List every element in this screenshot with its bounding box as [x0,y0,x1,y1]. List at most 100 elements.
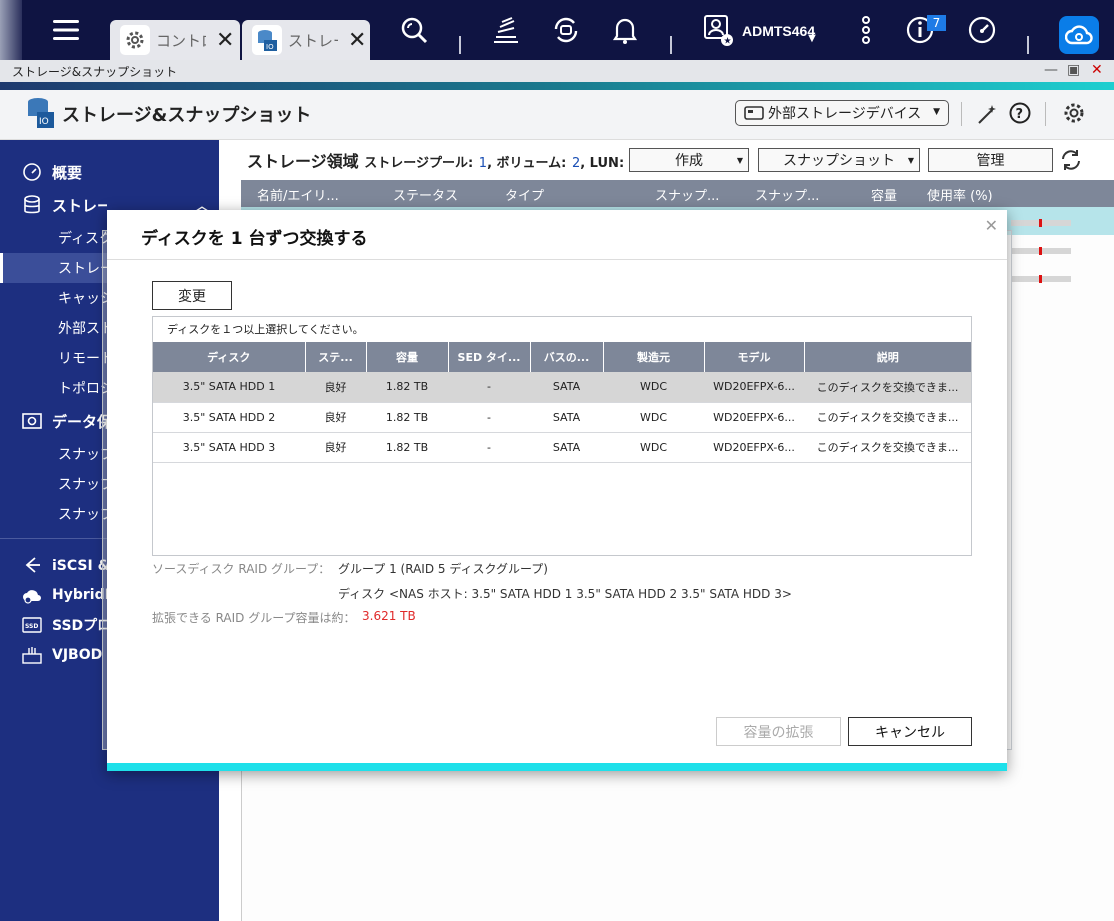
storage-icon: IO [252,25,282,55]
column-header[interactable]: 説明 [804,342,971,372]
sidebar-item-label: データ保護 [52,412,107,431]
column-header[interactable]: 容量 [871,185,897,204]
column-header[interactable]: 製造元 [603,342,705,372]
more-options-icon[interactable] [850,14,882,46]
minimize-icon[interactable]: — [1044,62,1058,78]
column-header[interactable]: ディスク [153,342,306,372]
disk-model: WD20EFPX-6... [704,402,804,433]
divider [670,36,672,54]
close-icon[interactable]: ✕ [985,216,998,235]
external-storage-label: 外部ストレージデバイス [768,106,922,122]
page-title-text: ストレージ領域 [247,152,359,171]
column-header[interactable]: ステ... [305,342,367,372]
disk-capacity: 1.82 TB [366,372,448,403]
close-icon[interactable]: ✕ [1091,62,1103,78]
dialog-title: ディスクを 1 台ずつ交換する [141,229,368,249]
help-icon[interactable]: ? [1009,102,1031,128]
bell-icon[interactable] [609,14,641,46]
snapshot-label: スナップショット [783,153,895,169]
disk-status: 良好 [305,372,366,403]
sidebar-item-overview[interactable]: 概要 [0,157,219,187]
sidebar-item-label: 外部ストレージ [58,321,107,337]
sidebar-item-label: iSCSI & ファイバーチャネル [52,558,107,574]
caret-down-icon: ▼ [907,155,914,165]
settings-icon[interactable] [1062,101,1086,129]
storage-table-header: 名前/エイリ... ステータス タイプ スナップ... スナップ... 容量 使… [241,180,1114,207]
taskbar: コントロールパネル ✕ IO ストレージ&スナップショット ✕ ★ ADMTS4… [0,0,1114,60]
disk-bus: SATA [530,372,603,403]
column-header[interactable]: ステータス [393,185,458,204]
svg-text:IO: IO [39,117,49,127]
tab-control-panel[interactable]: コントロールパネル ✕ [110,20,240,60]
disk-vendor: WDC [603,432,704,463]
disk-description: このディスクを交換できま... [804,372,971,403]
disk-bus: SATA [530,432,603,463]
sidebar-item-label: HybridMount [52,587,107,603]
disk-model: WD20EFPX-6... [704,372,804,403]
disk-vendor: WDC [603,372,704,403]
tab-storage[interactable]: IO ストレージ&スナップショット ✕ [242,20,370,60]
disk-hint: ディスクを１つ以上選択してください。 [167,323,364,336]
disk-model: WD20EFPX-6... [704,432,804,463]
create-button[interactable]: 作成 ▼ [629,148,749,172]
disk-table: ディスク ステ... 容量 SED タイ... バスの... 製造元 モデル 説… [153,342,971,463]
tab-label: コントロールパネル [156,31,206,50]
cancel-button[interactable]: キャンセル [848,717,972,746]
usb-drive-icon [744,106,764,124]
expand-capacity-button[interactable]: 容量の拡張 [716,717,841,746]
svg-text:?: ? [1016,107,1024,122]
column-header[interactable]: モデル [704,342,805,372]
volume-count: 2 [571,156,581,171]
accent-bar [0,82,1114,90]
disk-sed: - [448,372,530,403]
disk-status: 良好 [305,432,366,463]
dashboard-icon[interactable] [966,14,998,46]
refresh-icon[interactable] [1059,148,1083,176]
caret-down-icon: ▼ [736,155,743,165]
magic-wand-icon[interactable] [976,102,1000,130]
iscsi-icon [22,555,42,575]
disk-name: 3.5" SATA HDD 2 [153,402,305,433]
change-button[interactable]: 変更 [152,281,232,310]
sidebar-item-label: VJBOD Cloud [52,647,107,663]
source-raid-label: ソースディスク RAID グループ： [152,562,331,576]
background-tasks-icon[interactable] [490,14,522,46]
column-header[interactable]: 名前/エイリ... [257,185,339,204]
table-row[interactable]: 3.5" SATA HDD 2 良好 1.82 TB - SATA WDC WD… [153,402,971,433]
cancel-label: キャンセル [875,724,945,741]
cloud-icon[interactable] [1059,16,1099,54]
snapshot-button[interactable]: スナップショット ▼ [758,148,920,172]
menu-icon[interactable] [50,14,82,46]
vjbod-icon [22,645,42,665]
column-header[interactable]: スナップ... [755,185,819,204]
disk-vendor: WDC [603,402,704,433]
close-icon[interactable]: ✕ [348,28,366,53]
column-header[interactable]: タイプ [505,185,544,204]
column-header[interactable]: バスの... [530,342,604,372]
disk-bus: SATA [530,402,603,433]
external-storage-dropdown[interactable]: 外部ストレージデバイス ▼ [735,100,949,126]
table-row[interactable]: 3.5" SATA HDD 3 良好 1.82 TB - SATA WDC WD… [153,432,971,463]
caret-down-icon[interactable]: ▼ [806,22,818,54]
manage-button[interactable]: 管理 [928,148,1053,172]
column-header[interactable]: SED タイ... [448,342,531,372]
search-icon[interactable] [398,14,430,46]
sidebar-item-label: リモートディスク [58,351,107,367]
column-header[interactable]: 使用率 (%) [927,185,993,204]
column-header[interactable]: スナップ... [655,185,719,204]
app-title: ストレージ&スナップショット [62,105,312,126]
maximize-icon[interactable]: ▣ [1067,62,1080,78]
user-icon[interactable]: ★ [702,14,734,47]
sync-icon[interactable] [550,14,582,46]
user-name[interactable]: ADMTS464 [742,23,815,39]
close-icon[interactable]: ✕ [216,28,234,53]
expand-label: 容量の拡張 [743,724,814,741]
sidebar-item-label: 概要 [52,163,83,182]
source-raid-group: グループ 1 (RAID 5 ディスクグループ) [338,562,548,576]
table-row[interactable]: 3.5" SATA HDD 1 良好 1.82 TB - SATA WDC WD… [153,372,971,403]
column-header[interactable]: 容量 [366,342,449,372]
divider [459,36,461,54]
source-disks: ディスク <NAS ホスト: 3.5" SATA HDD 1 3.5" SATA… [338,587,792,601]
page-title: ストレージ領域 ストレージプール: 1, ボリューム: 2, LUN: 0 [247,148,638,172]
divider [1027,36,1029,54]
